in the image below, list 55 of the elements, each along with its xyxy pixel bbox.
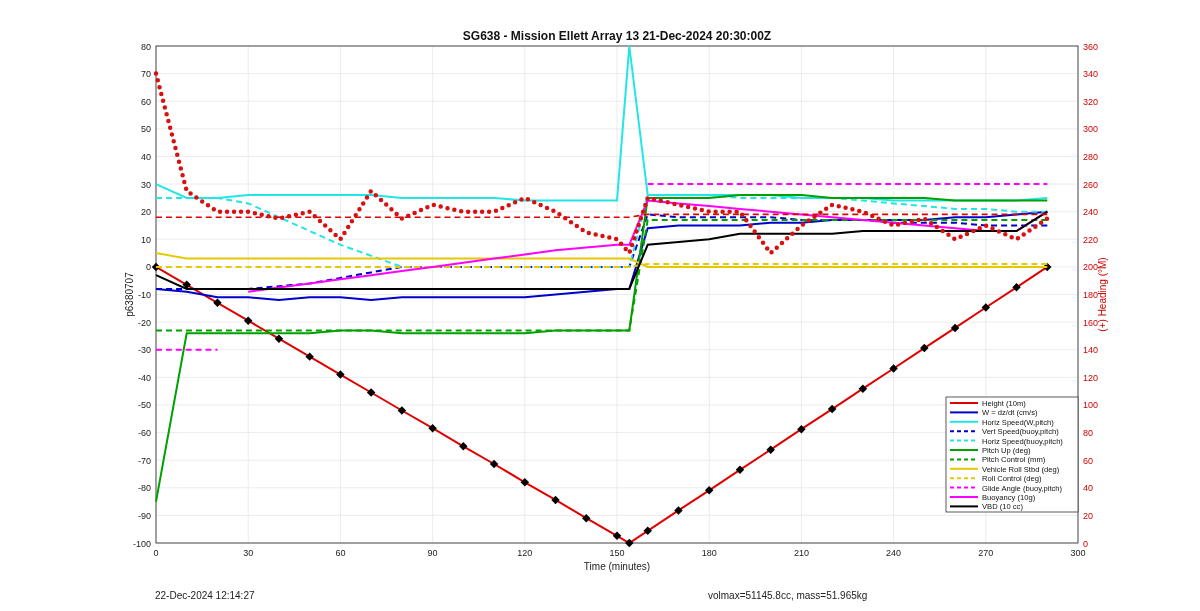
tick-label: 360 [1083,41,1099,52]
tick-label: 60 [141,96,151,107]
tick-label: 20 [1083,510,1093,521]
timestamp-text: 22-Dec-2024 12:14:27 [155,590,256,601]
chart-title: SG638 - Mission Ellett Array 13 21-Dec-2024 20:30:00Z [462,29,772,43]
tick-label: 100 [1083,400,1099,411]
tick-label: 0 [1083,538,1088,549]
tick-label: -90 [138,510,151,521]
tick-label: 80 [141,41,151,52]
axis-label: p6380707 [124,272,135,317]
tick-label: 340 [1083,69,1099,80]
axis-label: (+) Heading (°M) [1097,257,1108,332]
tick-label: 90 [427,548,438,558]
tick-label: 40 [141,151,151,162]
tick-label: 300 [1070,548,1086,558]
tick-label: 120 [517,548,533,558]
tick-label: -50 [138,400,151,411]
summary-text: volmax=51145.8cc, mass=51.965kg [708,590,868,601]
tick-label: 0 [146,262,151,273]
tick-label: 60 [1083,455,1093,466]
tick-label: -30 [138,345,151,356]
tick-label: 0 [153,548,159,558]
tick-label: 180 [701,548,717,558]
tick-label: 30 [243,548,254,558]
tick-label: 20 [141,207,151,218]
tick-label: -20 [138,317,151,328]
tick-label: 240 [1083,207,1099,218]
tick-label: -40 [138,372,151,383]
tick-label: 280 [1083,151,1099,162]
tick-label: -100 [133,538,151,549]
tick-label: 50 [141,124,151,135]
tick-label: -10 [138,290,151,300]
tick-label: 120 [1083,372,1099,383]
tick-label: 140 [1083,345,1099,356]
tick-label: 160 [1083,317,1099,328]
tick-label: 260 [1083,179,1099,190]
tick-label: 80 [1083,428,1093,439]
tick-label: 70 [141,69,151,80]
tick-label: -60 [138,428,151,439]
tick-label: 300 [1083,124,1099,135]
tick-label: 60 [335,548,346,558]
tick-label: 220 [1083,234,1099,245]
tick-label: 320 [1083,96,1099,107]
tick-label: -70 [138,455,151,466]
tick-label: 200 [1083,262,1099,273]
tick-label: 270 [978,548,994,558]
tick-label: 240 [886,548,902,558]
tick-label: 210 [793,548,809,558]
tick-label: 40 [1083,483,1093,494]
tick-label: 150 [609,548,625,558]
tick-label: 30 [141,179,151,190]
tick-label: 180 [1083,290,1099,300]
axis-label: Time (minutes) [583,561,651,572]
tick-label: -80 [138,483,151,494]
tick-label: 10 [141,234,151,245]
